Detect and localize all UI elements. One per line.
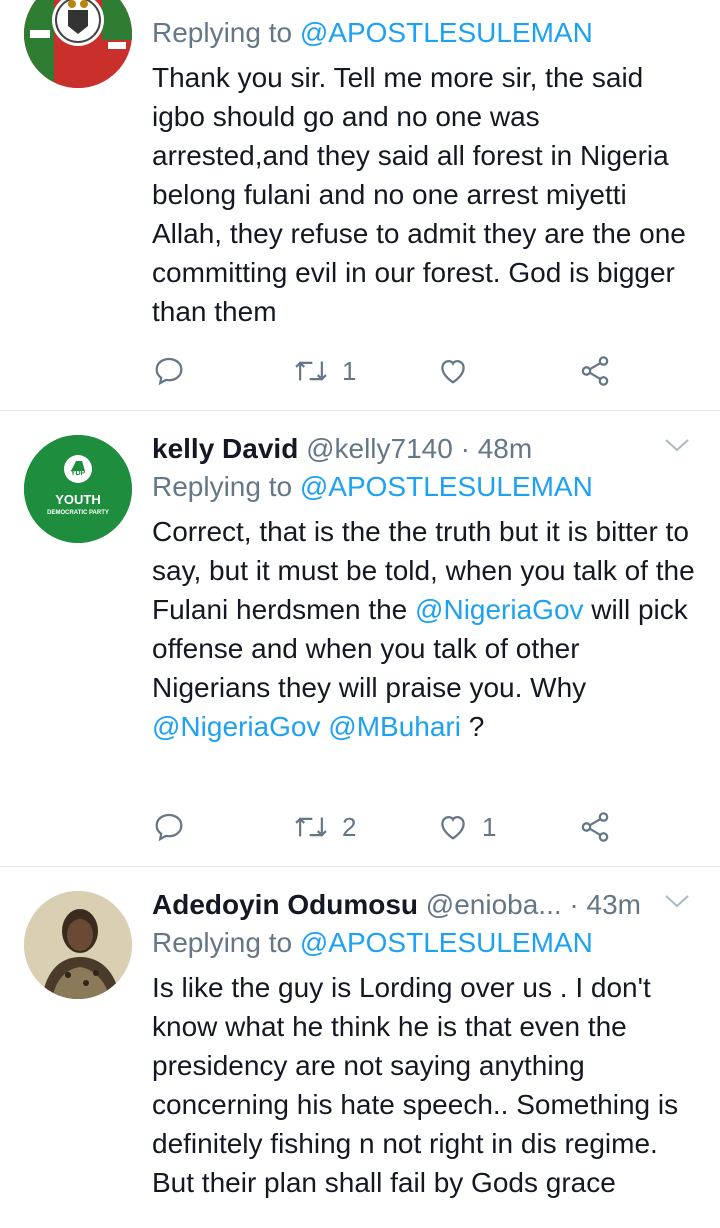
party-logo-icon: YDP YOUTH DEMOCRATIC PARTY: [24, 435, 132, 543]
tweet-header: Adedoyin Odumosu @enioba... · 43m: [152, 886, 700, 924]
tweet-2[interactable]: YDP YOUTH DEMOCRATIC PARTY kelly David @…: [0, 411, 720, 866]
retweet-count: 1: [342, 355, 357, 386]
timestamp[interactable]: · 43m: [569, 889, 641, 920]
share-icon: [581, 356, 609, 386]
reply-button[interactable]: [152, 807, 186, 847]
share-button[interactable]: [578, 351, 612, 391]
timestamp[interactable]: · 48m: [461, 433, 533, 464]
tweet-actions: 1: [152, 351, 632, 391]
mention-link[interactable]: @NigeriaGov: [152, 711, 320, 742]
replying-to: Replying to @APOSTLESULEMAN: [152, 924, 700, 962]
tweet-menu-button[interactable]: [662, 891, 692, 916]
retweet-icon: [295, 361, 327, 381]
user-handle[interactable]: @enioba...: [426, 889, 562, 920]
reply-icon: [155, 357, 183, 386]
user-handle[interactable]: @kelly7140: [306, 433, 453, 464]
person-photo-icon: [24, 891, 132, 999]
tweet-1[interactable]: Replying to @APOSTLESULEMAN Thank you si…: [0, 0, 720, 410]
retweet-icon: [295, 817, 327, 837]
avatar-badge: YDP: [71, 470, 86, 477]
replying-to: Replying to @APOSTLESULEMAN: [152, 14, 700, 52]
like-count: 1: [482, 811, 497, 842]
mention-link[interactable]: @MBuhari: [328, 711, 461, 742]
body-text: ?: [460, 711, 485, 742]
avatar[interactable]: YDP YOUTH DEMOCRATIC PARTY: [24, 435, 132, 543]
retweet-button[interactable]: 1: [292, 351, 356, 391]
reply-button[interactable]: [152, 351, 186, 391]
tweet-body: Correct, that is the the truth but it is…: [152, 512, 700, 746]
mention-link[interactable]: @NigeriaGov: [415, 594, 583, 625]
chevron-down-icon: [665, 439, 689, 452]
coat-of-arms-icon: [24, 0, 132, 88]
avatar[interactable]: [24, 0, 132, 88]
tweet-body: Is like the guy is Lording over us . I d…: [152, 972, 679, 1198]
avatar-subtitle: DEMOCRATIC PARTY: [47, 510, 109, 516]
avatar-title: YOUTH: [55, 492, 101, 507]
mention-link[interactable]: @APOSTLESULEMAN: [300, 17, 593, 48]
tweet-header: kelly David @kelly7140 · 48m: [152, 430, 700, 468]
heart-icon: [441, 359, 465, 384]
retweet-count: 2: [342, 811, 357, 842]
tweet-actions: 2 1: [152, 807, 632, 847]
chevron-down-icon: [665, 895, 689, 908]
mention-link[interactable]: @APOSTLESULEMAN: [300, 471, 593, 502]
replying-prefix: Replying to: [152, 471, 293, 502]
tweet-3[interactable]: Adedoyin Odumosu @enioba... · 43m Replyi…: [0, 867, 720, 1228]
share-icon: [581, 812, 609, 842]
replying-prefix: Replying to: [152, 17, 293, 48]
reply-icon: [155, 813, 183, 842]
share-button[interactable]: [578, 807, 612, 847]
replying-to: Replying to @APOSTLESULEMAN: [152, 468, 700, 506]
tweet-menu-button[interactable]: [662, 435, 692, 460]
tweet-body: Thank you sir. Tell me more sir, the sai…: [152, 62, 686, 327]
like-button[interactable]: 1: [436, 807, 496, 847]
replying-prefix: Replying to: [152, 927, 293, 958]
display-name[interactable]: Adedoyin Odumosu: [152, 889, 418, 920]
like-button[interactable]: [436, 351, 470, 391]
display-name[interactable]: kelly David: [152, 433, 298, 464]
heart-icon: [441, 815, 465, 840]
avatar[interactable]: [24, 891, 132, 999]
mention-link[interactable]: @APOSTLESULEMAN: [300, 927, 593, 958]
retweet-button[interactable]: 2: [292, 807, 356, 847]
